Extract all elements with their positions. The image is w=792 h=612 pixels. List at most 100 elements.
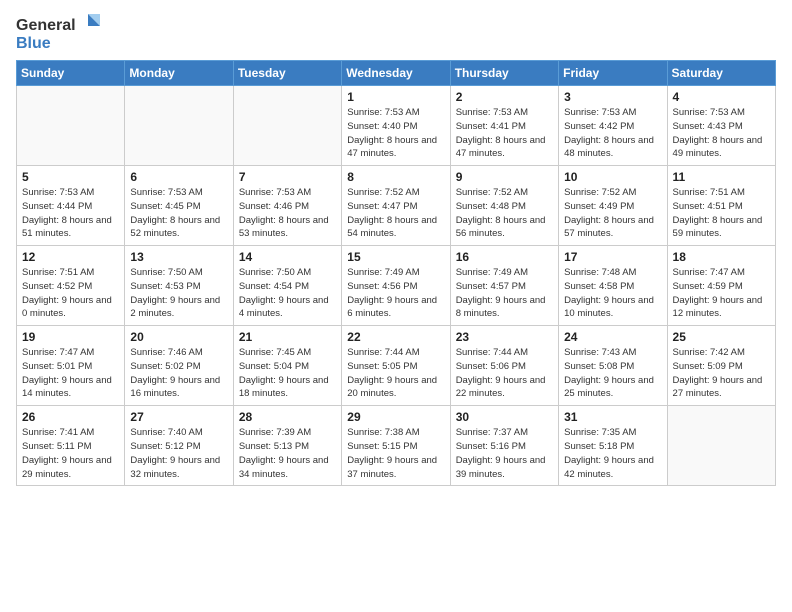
- calendar-cell: 13Sunrise: 7:50 AM Sunset: 4:53 PM Dayli…: [125, 246, 233, 326]
- day-info: Sunrise: 7:47 AM Sunset: 4:59 PM Dayligh…: [673, 266, 770, 321]
- calendar-cell: 20 Sunrise: 7:46 AM Sunset: 5:02 PM Dayli…: [125, 326, 233, 406]
- day-number: 26: [22, 410, 119, 424]
- calendar-cell: 8 Sunrise: 7:52 AM Sunset: 4:47 PM Daylig…: [342, 166, 450, 246]
- day-number: 4: [673, 90, 770, 104]
- weekday-sunday: Sunday: [17, 61, 125, 86]
- day-info: Sunrise: 7:41 AM Sunset: 5:11 PM Dayligh…: [22, 426, 119, 481]
- day-info: Sunrise: 7:38 AM Sunset: 5:15 PM Dayligh…: [347, 426, 444, 481]
- calendar-cell: [667, 406, 775, 486]
- day-info: Sunrise: 7:44 AM Sunset: 5:05 PM Dayligh…: [347, 346, 444, 401]
- day-info: Sunrise: 7:47 AM Sunset: 5:01 PM Dayligh…: [22, 346, 119, 401]
- day-number: 24: [564, 330, 661, 344]
- day-number: 7: [239, 170, 336, 184]
- calendar-cell: [233, 86, 341, 166]
- calendar-cell: 22Sunrise: 7:44 AM Sunset: 5:05 PM Dayli…: [342, 326, 450, 406]
- calendar-cell: [125, 86, 233, 166]
- calendar-cell: 27 Sunrise: 7:40 AM Sunset: 5:12 PM Dayli…: [125, 406, 233, 486]
- day-number: 16: [456, 250, 553, 264]
- weekday-tuesday: Tuesday: [233, 61, 341, 86]
- weekday-thursday: Thursday: [450, 61, 558, 86]
- day-info: Sunrise: 7:53 AM Sunset: 4:44 PM Dayligh…: [22, 186, 119, 241]
- calendar-cell: 2Sunrise: 7:53 AM Sunset: 4:41 PM Daylig…: [450, 86, 558, 166]
- weekday-saturday: Saturday: [667, 61, 775, 86]
- day-number: 21: [239, 330, 336, 344]
- day-number: 31: [564, 410, 661, 424]
- day-info: Sunrise: 7:53 AM Sunset: 4:46 PM Dayligh…: [239, 186, 336, 241]
- calendar-cell: 23 Sunrise: 7:44 AM Sunset: 5:06 PM Dayli…: [450, 326, 558, 406]
- calendar-cell: 26 Sunrise: 7:41 AM Sunset: 5:11 PM Dayli…: [17, 406, 125, 486]
- weekday-header-row: SundayMondayTuesdayWednesdayThursdayFrid…: [17, 61, 776, 86]
- day-number: 12: [22, 250, 119, 264]
- calendar-cell: 9 Sunrise: 7:52 AM Sunset: 4:48 PM Daylig…: [450, 166, 558, 246]
- calendar-cell: 21Sunrise: 7:45 AM Sunset: 5:04 PM Dayli…: [233, 326, 341, 406]
- day-info: Sunrise: 7:44 AM Sunset: 5:06 PM Dayligh…: [456, 346, 553, 401]
- main-container: GeneralBlue SundayMondayTuesdayWednesday…: [0, 0, 792, 612]
- day-number: 6: [130, 170, 227, 184]
- calendar-cell: 10 Sunrise: 7:52 AM Sunset: 4:49 PM Dayli…: [559, 166, 667, 246]
- header: GeneralBlue: [16, 12, 776, 52]
- day-number: 30: [456, 410, 553, 424]
- day-number: 14: [239, 250, 336, 264]
- day-info: Sunrise: 7:53 AM Sunset: 4:43 PM Dayligh…: [673, 106, 770, 161]
- weekday-monday: Monday: [125, 61, 233, 86]
- logo-svg: GeneralBlue: [16, 12, 106, 52]
- day-info: Sunrise: 7:50 AM Sunset: 4:53 PM Dayligh…: [130, 266, 227, 321]
- svg-text:General: General: [16, 17, 76, 34]
- day-info: Sunrise: 7:51 AM Sunset: 4:52 PM Dayligh…: [22, 266, 119, 321]
- day-info: Sunrise: 7:53 AM Sunset: 4:45 PM Dayligh…: [130, 186, 227, 241]
- day-number: 27: [130, 410, 227, 424]
- week-row-4: 26 Sunrise: 7:41 AM Sunset: 5:11 PM Dayli…: [17, 406, 776, 486]
- calendar-cell: 5 Sunrise: 7:53 AM Sunset: 4:44 PM Daylig…: [17, 166, 125, 246]
- day-number: 3: [564, 90, 661, 104]
- day-number: 11: [673, 170, 770, 184]
- day-info: Sunrise: 7:42 AM Sunset: 5:09 PM Dayligh…: [673, 346, 770, 401]
- day-number: 1: [347, 90, 444, 104]
- calendar-cell: 6 Sunrise: 7:53 AM Sunset: 4:45 PM Daylig…: [125, 166, 233, 246]
- calendar-cell: 18 Sunrise: 7:47 AM Sunset: 4:59 PM Dayli…: [667, 246, 775, 326]
- weekday-friday: Friday: [559, 61, 667, 86]
- calendar-cell: 19 Sunrise: 7:47 AM Sunset: 5:01 PM Dayli…: [17, 326, 125, 406]
- calendar-cell: 24Sunrise: 7:43 AM Sunset: 5:08 PM Dayli…: [559, 326, 667, 406]
- day-info: Sunrise: 7:53 AM Sunset: 4:42 PM Dayligh…: [564, 106, 661, 161]
- day-info: Sunrise: 7:49 AM Sunset: 4:56 PM Dayligh…: [347, 266, 444, 321]
- calendar-cell: 16 Sunrise: 7:49 AM Sunset: 4:57 PM Dayli…: [450, 246, 558, 326]
- day-info: Sunrise: 7:52 AM Sunset: 4:49 PM Dayligh…: [564, 186, 661, 241]
- calendar-cell: 7 Sunrise: 7:53 AM Sunset: 4:46 PM Daylig…: [233, 166, 341, 246]
- calendar-table: SundayMondayTuesdayWednesdayThursdayFrid…: [16, 60, 776, 486]
- day-info: Sunrise: 7:46 AM Sunset: 5:02 PM Dayligh…: [130, 346, 227, 401]
- calendar-cell: 1 Sunrise: 7:53 AM Sunset: 4:40 PM Daylig…: [342, 86, 450, 166]
- day-number: 10: [564, 170, 661, 184]
- svg-text:Blue: Blue: [16, 35, 51, 52]
- day-number: 20: [130, 330, 227, 344]
- calendar-cell: 11Sunrise: 7:51 AM Sunset: 4:51 PM Dayli…: [667, 166, 775, 246]
- day-info: Sunrise: 7:52 AM Sunset: 4:47 PM Dayligh…: [347, 186, 444, 241]
- day-info: Sunrise: 7:39 AM Sunset: 5:13 PM Dayligh…: [239, 426, 336, 481]
- calendar-cell: 25 Sunrise: 7:42 AM Sunset: 5:09 PM Dayli…: [667, 326, 775, 406]
- day-number: 29: [347, 410, 444, 424]
- day-info: Sunrise: 7:48 AM Sunset: 4:58 PM Dayligh…: [564, 266, 661, 321]
- week-row-3: 19 Sunrise: 7:47 AM Sunset: 5:01 PM Dayli…: [17, 326, 776, 406]
- week-row-0: 1 Sunrise: 7:53 AM Sunset: 4:40 PM Daylig…: [17, 86, 776, 166]
- week-row-2: 12 Sunrise: 7:51 AM Sunset: 4:52 PM Dayli…: [17, 246, 776, 326]
- day-number: 2: [456, 90, 553, 104]
- day-number: 17: [564, 250, 661, 264]
- day-number: 9: [456, 170, 553, 184]
- calendar-cell: 30 Sunrise: 7:37 AM Sunset: 5:16 PM Dayli…: [450, 406, 558, 486]
- calendar-cell: 29 Sunrise: 7:38 AM Sunset: 5:15 PM Dayli…: [342, 406, 450, 486]
- day-number: 8: [347, 170, 444, 184]
- logo: GeneralBlue: [16, 12, 106, 52]
- day-number: 5: [22, 170, 119, 184]
- day-info: Sunrise: 7:40 AM Sunset: 5:12 PM Dayligh…: [130, 426, 227, 481]
- day-number: 18: [673, 250, 770, 264]
- day-info: Sunrise: 7:53 AM Sunset: 4:40 PM Dayligh…: [347, 106, 444, 161]
- day-number: 23: [456, 330, 553, 344]
- day-number: 25: [673, 330, 770, 344]
- day-info: Sunrise: 7:50 AM Sunset: 4:54 PM Dayligh…: [239, 266, 336, 321]
- day-info: Sunrise: 7:52 AM Sunset: 4:48 PM Dayligh…: [456, 186, 553, 241]
- day-info: Sunrise: 7:49 AM Sunset: 4:57 PM Dayligh…: [456, 266, 553, 321]
- day-number: 19: [22, 330, 119, 344]
- day-info: Sunrise: 7:37 AM Sunset: 5:16 PM Dayligh…: [456, 426, 553, 481]
- calendar-cell: [17, 86, 125, 166]
- calendar-cell: 28Sunrise: 7:39 AM Sunset: 5:13 PM Dayli…: [233, 406, 341, 486]
- day-number: 15: [347, 250, 444, 264]
